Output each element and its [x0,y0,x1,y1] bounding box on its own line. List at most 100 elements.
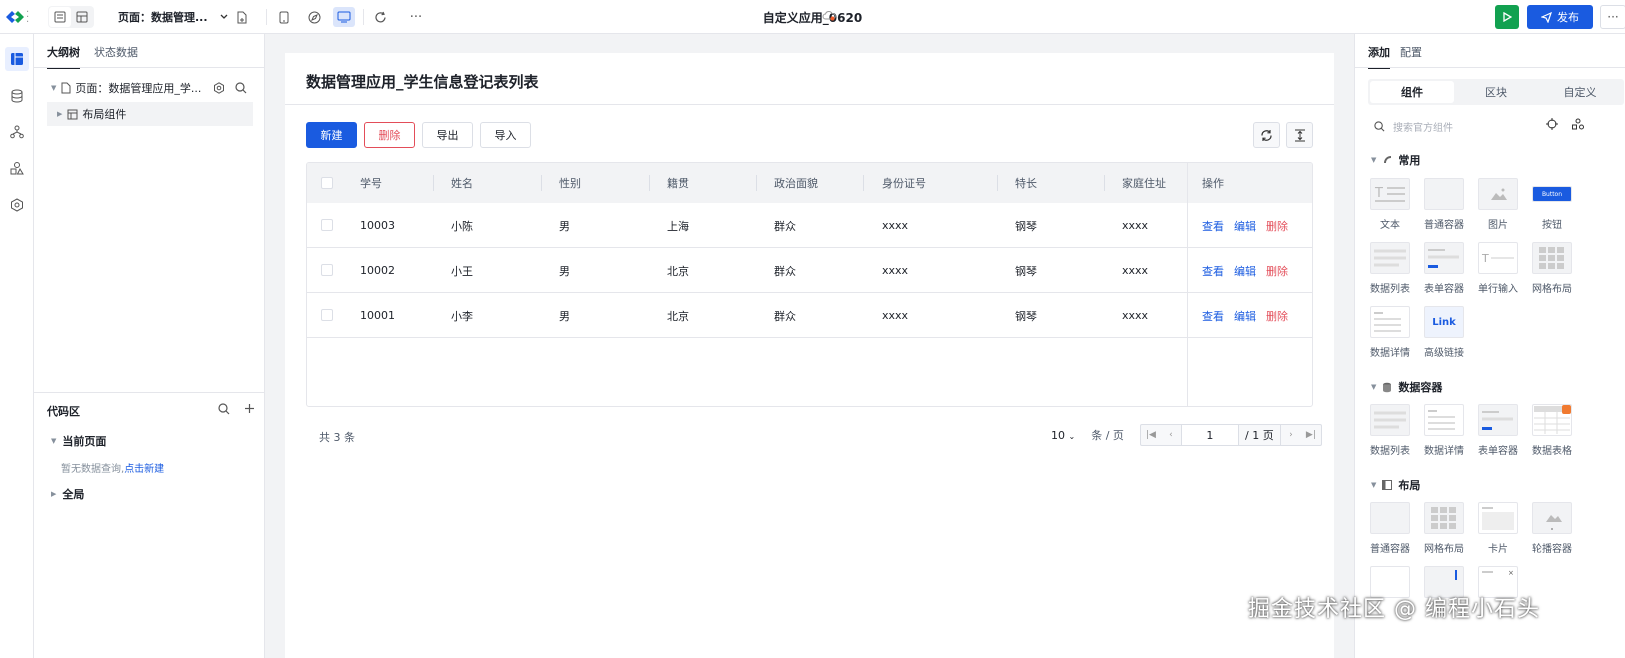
chevron-down-icon [220,14,228,19]
column-header[interactable]: 身份证号 [882,163,926,203]
cloud-sync-icon[interactable] [822,10,836,22]
create-query-link[interactable]: 点击新建 [124,464,164,475]
table-row[interactable]: 10003 小陈 男 上海 群众 xxxx 钢琴 xxxx 查看 编辑 删除 [307,203,1312,248]
column-divider[interactable] [649,175,650,191]
import-button[interactable]: 导入 [480,122,531,148]
component-text[interactable]: T 文本 [1363,178,1417,231]
export-button[interactable]: 导出 [422,122,473,148]
prev-page-icon[interactable]: ‹ [1161,425,1181,445]
column-divider[interactable] [433,175,434,191]
settings-icon[interactable] [213,82,225,94]
component-data-table[interactable]: 数据表格 [1525,404,1579,457]
tab-blocks[interactable]: 区块 [1454,81,1538,103]
code-global[interactable]: ▶ 全局 [51,486,84,502]
component-data-list[interactable]: 数据列表 [1363,242,1417,295]
compass-icon[interactable] [303,7,325,27]
tab-custom[interactable]: 自定义 [1538,81,1622,103]
column-header[interactable]: 政治面貌 [774,163,818,203]
component-form-container[interactable]: 表单容器 [1417,242,1471,295]
section-data-container[interactable]: ▼ 数据容器 [1371,379,1442,395]
column-divider[interactable] [1104,175,1105,191]
component-data-list[interactable]: 数据列表 [1363,404,1417,457]
tree-node-page[interactable]: ▼ 页面：数据管理应用_学... [47,76,253,100]
component-container[interactable]: 普通容器 [1417,178,1471,231]
rocket-icon [1384,156,1392,163]
mobile-preview-icon[interactable] [273,7,295,27]
tab-state-data[interactable]: 状态数据 [94,44,138,69]
component-carousel[interactable]: 轮播容器 [1525,502,1579,555]
column-header[interactable]: 性别 [559,163,581,203]
component-form-container[interactable]: 表单容器 [1471,404,1525,457]
search-icon[interactable] [218,403,230,415]
column-header[interactable]: 姓名 [451,163,473,203]
code-current-page[interactable]: ▼ 当前页面 [51,433,106,449]
run-preview-button[interactable] [1495,5,1519,29]
column-header[interactable]: 特长 [1015,163,1037,203]
component-label: 表单容器 [1478,446,1518,457]
row-checkbox[interactable] [321,219,333,231]
more-horizontal-icon[interactable]: ··· [405,7,427,27]
component-data-detail[interactable]: 数据详情 [1417,404,1471,457]
component-container[interactable]: 普通容器 [1363,502,1417,555]
row-checkbox[interactable] [321,264,333,276]
select-all-checkbox[interactable] [321,177,333,189]
locate-icon[interactable] [1546,118,1558,130]
row-checkbox[interactable] [321,309,333,321]
component-search[interactable]: 搜索官方组件 [1368,114,1618,138]
component-advanced-link[interactable]: Link 高级链接 [1417,306,1471,359]
page-size-select[interactable]: 10 ⌄ [1051,429,1075,442]
table-row[interactable]: 10002 小王 男 北京 群众 xxxx 钢琴 xxxx 查看 编辑 删除 [307,248,1312,293]
shapes-icon[interactable] [1572,118,1584,130]
caret-right-icon[interactable]: ▶ [57,110,62,118]
plugin-icon[interactable] [5,193,29,217]
database-icon[interactable] [5,84,29,108]
add-page-icon[interactable] [231,7,253,27]
page-number-input[interactable]: 1 [1180,425,1239,445]
app-logo[interactable] [4,9,26,25]
column-divider[interactable] [756,175,757,191]
column-header[interactable]: 家庭住址 [1122,163,1166,203]
desktop-preview-icon[interactable] [333,7,355,27]
column-divider[interactable] [997,175,998,191]
search-icon[interactable] [235,82,247,94]
divider [285,104,1334,105]
component-single-input[interactable]: T 单行输入 [1471,242,1525,295]
row-height-button[interactable] [1286,122,1313,148]
delete-button[interactable]: 删除 [364,122,415,148]
refresh-table-button[interactable] [1253,122,1280,148]
component-card[interactable]: 卡片 [1471,502,1525,555]
component-data-detail[interactable]: 数据详情 [1363,306,1417,359]
column-header[interactable]: 学号 [360,163,382,203]
section-layout[interactable]: ▼ 布局 [1371,477,1420,493]
table-row[interactable]: 10001 小李 男 北京 群众 xxxx 钢琴 xxxx 查看 编辑 删除 [307,293,1312,338]
tab-components[interactable]: 组件 [1370,81,1454,103]
shapes-icon[interactable] [5,156,29,180]
caret-down-icon[interactable]: ▼ [51,84,56,92]
tree-node-layout[interactable]: ▶ 布局组件 [47,102,253,126]
component-button[interactable]: Button 按钮 [1525,178,1579,231]
more-vertical-icon[interactable]: · · · [26,8,29,28]
last-page-icon[interactable]: ▶| [1301,425,1321,445]
tab-config[interactable]: 配置 [1400,44,1422,69]
tab-outline[interactable]: 大纲树 [47,44,80,69]
more-options-button[interactable]: ··· [1600,5,1625,29]
refresh-icon[interactable] [369,7,391,27]
first-page-icon[interactable]: |◀ [1141,425,1161,445]
component-grid-layout[interactable]: 网格布局 [1525,242,1579,295]
new-button[interactable]: 新建 [306,122,357,148]
outline-icon[interactable] [5,47,29,71]
flow-icon[interactable] [5,120,29,144]
page-view-icon[interactable] [49,7,71,27]
page-selector[interactable]: 页面：数据管理... [118,9,228,25]
publish-button[interactable]: 发布 [1527,5,1593,29]
column-divider[interactable] [541,175,542,191]
section-common[interactable]: ▼ 常用 [1371,152,1420,168]
column-header[interactable]: 籍贯 [667,163,689,203]
add-icon[interactable] [244,403,255,414]
next-page-icon[interactable]: › [1281,425,1301,445]
component-image[interactable]: 图片 [1471,178,1525,231]
column-divider[interactable] [863,175,864,191]
tab-add[interactable]: 添加 [1368,44,1390,69]
layout-view-icon[interactable] [71,7,93,27]
component-grid-layout[interactable]: 网格布局 [1417,502,1471,555]
